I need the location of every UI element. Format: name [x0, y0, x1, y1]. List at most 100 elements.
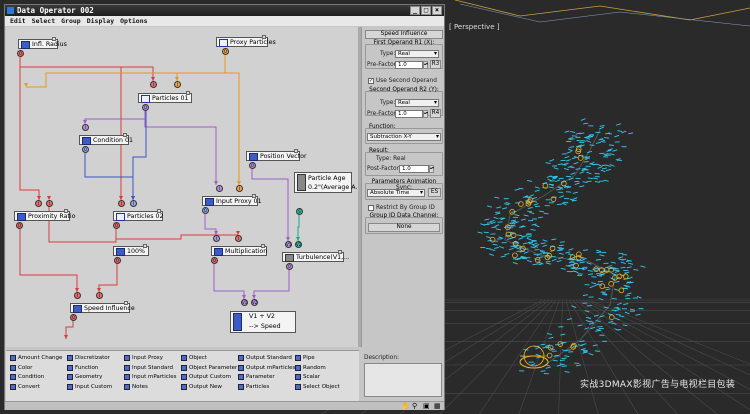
depot-item[interactable]: Discretizator: [67, 354, 110, 362]
postfactor-field[interactable]: 1.0: [399, 165, 429, 173]
sync-dropdown[interactable]: Absolute Time: [367, 189, 425, 197]
depot-item[interactable]: Geometry: [67, 373, 102, 381]
node-particles-01[interactable]: Particles 01: [138, 91, 192, 103]
node-select-box[interactable]: [262, 35, 266, 39]
type1-dropdown[interactable]: Real: [395, 50, 439, 58]
node-condition-01[interactable]: Condition 01: [79, 133, 133, 145]
depot-item[interactable]: Color: [10, 364, 32, 372]
depot-item[interactable]: Input Custom: [67, 383, 112, 391]
zoom-region-icon[interactable]: ▣: [423, 402, 430, 410]
node-select-box[interactable]: [261, 244, 265, 248]
function-dropdown[interactable]: Subtraction X-Y: [367, 133, 441, 141]
depot-item[interactable]: Condition: [10, 373, 44, 381]
depot-item[interactable]: Output Custom: [181, 373, 231, 381]
prefactor2-spinner[interactable]: ▴▾: [423, 110, 428, 118]
node-port[interactable]: I: [213, 235, 220, 242]
frame-icon[interactable]: ▦: [434, 402, 441, 410]
node-infl-radius[interactable]: Infl. Radius: [18, 37, 67, 49]
node-port[interactable]: O: [113, 222, 120, 229]
r4-button[interactable]: R4: [430, 109, 441, 118]
node-port[interactable]: O: [286, 263, 293, 270]
node-port[interactable]: I: [216, 185, 223, 192]
node-graph-canvas[interactable]: Infl. Radius Proxy Particles Particles 01 C…: [6, 27, 359, 347]
node-port[interactable]: O: [249, 162, 256, 169]
depot-item[interactable]: Object Parameter: [181, 364, 237, 372]
menu-options[interactable]: Options: [120, 16, 147, 26]
node-port[interactable]: S: [296, 208, 303, 215]
node-port[interactable]: V2: [295, 241, 302, 248]
zoom-icon[interactable]: ⚲: [412, 402, 417, 410]
node-select-box[interactable]: [157, 209, 161, 213]
menu-edit[interactable]: Edit: [10, 16, 26, 26]
node-const-100[interactable]: 100%: [113, 244, 149, 256]
node-port[interactable]: O: [114, 257, 121, 264]
node-select-box[interactable]: [64, 209, 68, 213]
node-select-box[interactable]: [123, 133, 127, 137]
node-port[interactable]: I: [130, 200, 137, 207]
node-port[interactable]: I: [236, 185, 243, 192]
depot-item[interactable]: Select Object: [295, 383, 340, 391]
node-port[interactable]: I: [74, 292, 81, 299]
node-port[interactable]: O: [16, 222, 23, 229]
postfactor-spinner[interactable]: ▴▾: [429, 165, 434, 173]
node-port[interactable]: V1: [241, 299, 248, 306]
depot-item[interactable]: Notes: [124, 383, 148, 391]
node-select-box[interactable]: [124, 301, 128, 305]
depot-item[interactable]: Convert: [10, 383, 40, 391]
maximize-button[interactable]: □: [421, 6, 431, 15]
depot-item[interactable]: Output Standard: [238, 354, 292, 362]
node-port[interactable]: I: [174, 81, 181, 88]
node-port[interactable]: V2: [251, 299, 258, 306]
es-button[interactable]: ES: [428, 188, 441, 197]
node-particles-02[interactable]: Particles 02: [113, 209, 164, 221]
node-port[interactable]: I: [46, 200, 53, 207]
group-id-none-button[interactable]: None: [368, 223, 440, 232]
depot-item[interactable]: Function: [67, 364, 98, 372]
node-port[interactable]: O: [202, 207, 209, 214]
node-port[interactable]: I: [82, 124, 89, 131]
depot-item[interactable]: Input mParticles: [124, 373, 177, 381]
node-port[interactable]: I: [235, 235, 242, 242]
node-port[interactable]: O: [17, 50, 24, 57]
node-port[interactable]: O: [222, 48, 229, 55]
pan-icon[interactable]: ✋: [401, 402, 410, 410]
node-port[interactable]: O: [211, 257, 218, 264]
node-position-vector[interactable]: Position Vector: [246, 149, 307, 161]
depot-item[interactable]: Pipe: [295, 354, 315, 362]
depot-item[interactable]: Scalar: [295, 373, 320, 381]
depot-item[interactable]: Output New: [181, 383, 222, 391]
window-titlebar[interactable]: Data Operator 002 _ □ ×: [5, 5, 444, 16]
depot-item[interactable]: Object: [181, 354, 207, 362]
node-proxy-particles[interactable]: Proxy Particles: [216, 35, 276, 47]
menu-select[interactable]: Select: [32, 16, 55, 26]
node-port[interactable]: O: [142, 104, 149, 111]
node-select-box[interactable]: [143, 244, 147, 248]
node-multiplication[interactable]: Multiplication: [211, 244, 267, 256]
prefactor1-spinner[interactable]: ▴▾: [423, 61, 428, 69]
node-speed-influence[interactable]: Speed Influence: [70, 301, 135, 313]
close-button[interactable]: ×: [432, 6, 442, 15]
node-port[interactable]: I: [96, 292, 103, 299]
minimize-button[interactable]: _: [410, 6, 420, 15]
description-text-area[interactable]: [364, 363, 442, 397]
node-select-box[interactable]: [338, 250, 342, 254]
node-output-speed[interactable]: V1 + V2 --> Speed: [230, 311, 296, 333]
depot-item[interactable]: Particles: [238, 383, 269, 391]
depot-item[interactable]: Input Proxy: [124, 354, 163, 362]
menu-group[interactable]: Group: [61, 16, 81, 26]
depot-item[interactable]: Parameter: [238, 373, 275, 381]
depot-item[interactable]: Amount Change: [10, 354, 62, 362]
r3-button[interactable]: R3: [430, 60, 441, 69]
prefactor2-field[interactable]: 1.0: [395, 110, 423, 118]
node-port[interactable]: O: [70, 314, 77, 321]
node-port[interactable]: O: [82, 146, 89, 153]
node-select-box[interactable]: [186, 91, 190, 95]
rollout-title-speed-influence[interactable]: Speed Influence: [365, 30, 443, 39]
node-proximity-ratio[interactable]: Proximity Ratio: [14, 209, 76, 221]
node-port[interactable]: I: [150, 81, 157, 88]
node-select-box[interactable]: [252, 194, 256, 198]
node-port[interactable]: I: [35, 200, 42, 207]
restrict-group-id-checkbox[interactable]: [368, 205, 374, 211]
node-input-proxy-01[interactable]: Input Proxy 01: [202, 194, 262, 206]
use-second-operand-checkbox[interactable]: ✓: [368, 78, 374, 84]
